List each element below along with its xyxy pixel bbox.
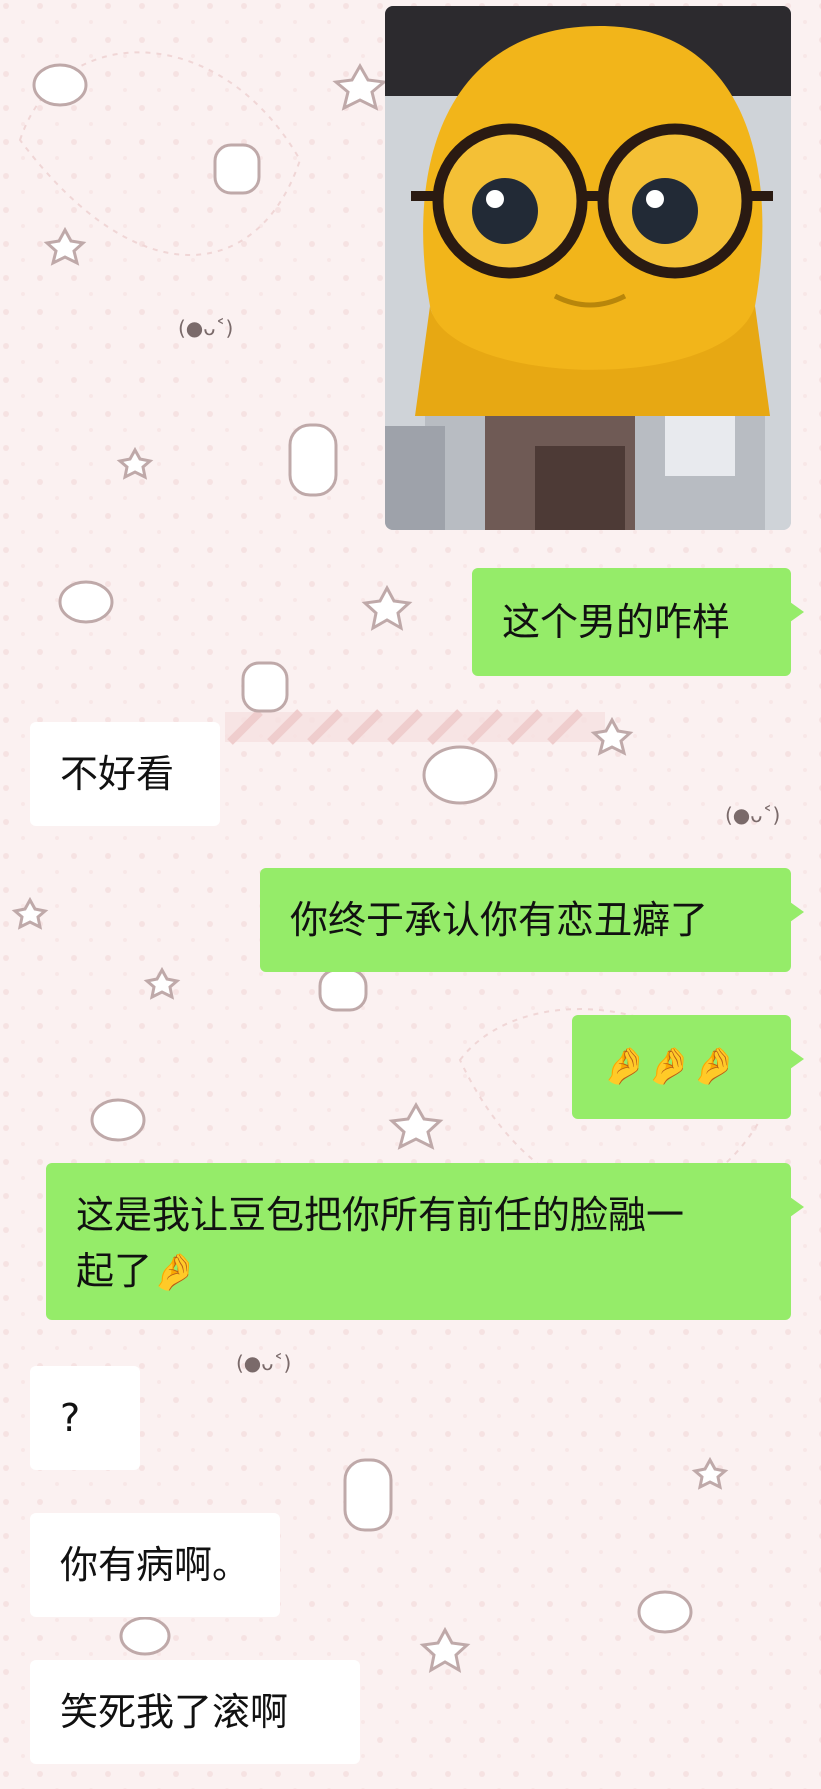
pinched-fingers-emoji: 🤌 — [152, 1252, 197, 1293]
pinched-fingers-emoji-row: 🤌🤌🤌 — [602, 1046, 737, 1087]
message-text: 笑死我了滚啊 — [60, 1690, 289, 1734]
message-bubble-sent[interactable]: 🤌🤌🤌 — [572, 1015, 804, 1119]
message-text: 你有病啊。 — [60, 1543, 251, 1587]
yellow-face-with-glasses-image — [385, 6, 791, 530]
message-text: 这个男的咋样 — [502, 600, 731, 644]
svg-text:(●ᴗ˂): (●ᴗ˂) — [725, 803, 780, 827]
message-text: ? — [60, 1396, 81, 1440]
message-bubble-sent[interactable]: 这是我让豆包把你所有前任的脸融一 起了🤌 — [46, 1163, 804, 1320]
message-bubble-received[interactable]: 你有病啊。 — [30, 1513, 280, 1617]
shared-photo[interactable] — [385, 6, 791, 530]
message-text: 不好看 — [60, 752, 175, 796]
message-bubble-sent[interactable]: 你终于承认你有恋丑癖了 — [260, 868, 804, 972]
message-text-line2: 起了 — [76, 1249, 153, 1293]
svg-text:(●ᴗ˂): (●ᴗ˂) — [178, 316, 233, 340]
message-bubble-received[interactable]: 笑死我了滚啊 — [30, 1660, 360, 1764]
message-bubble-received[interactable]: ? — [30, 1366, 140, 1470]
message-text: 你终于承认你有恋丑癖了 — [290, 898, 709, 942]
message-bubble-received[interactable]: 不好看 — [30, 722, 220, 826]
message-text: 这是我让豆包把你所有前任的脸融一 — [76, 1193, 685, 1237]
svg-text:(●ᴗ˂): (●ᴗ˂) — [236, 1351, 291, 1375]
message-bubble-sent[interactable]: 这个男的咋样 — [472, 568, 804, 676]
